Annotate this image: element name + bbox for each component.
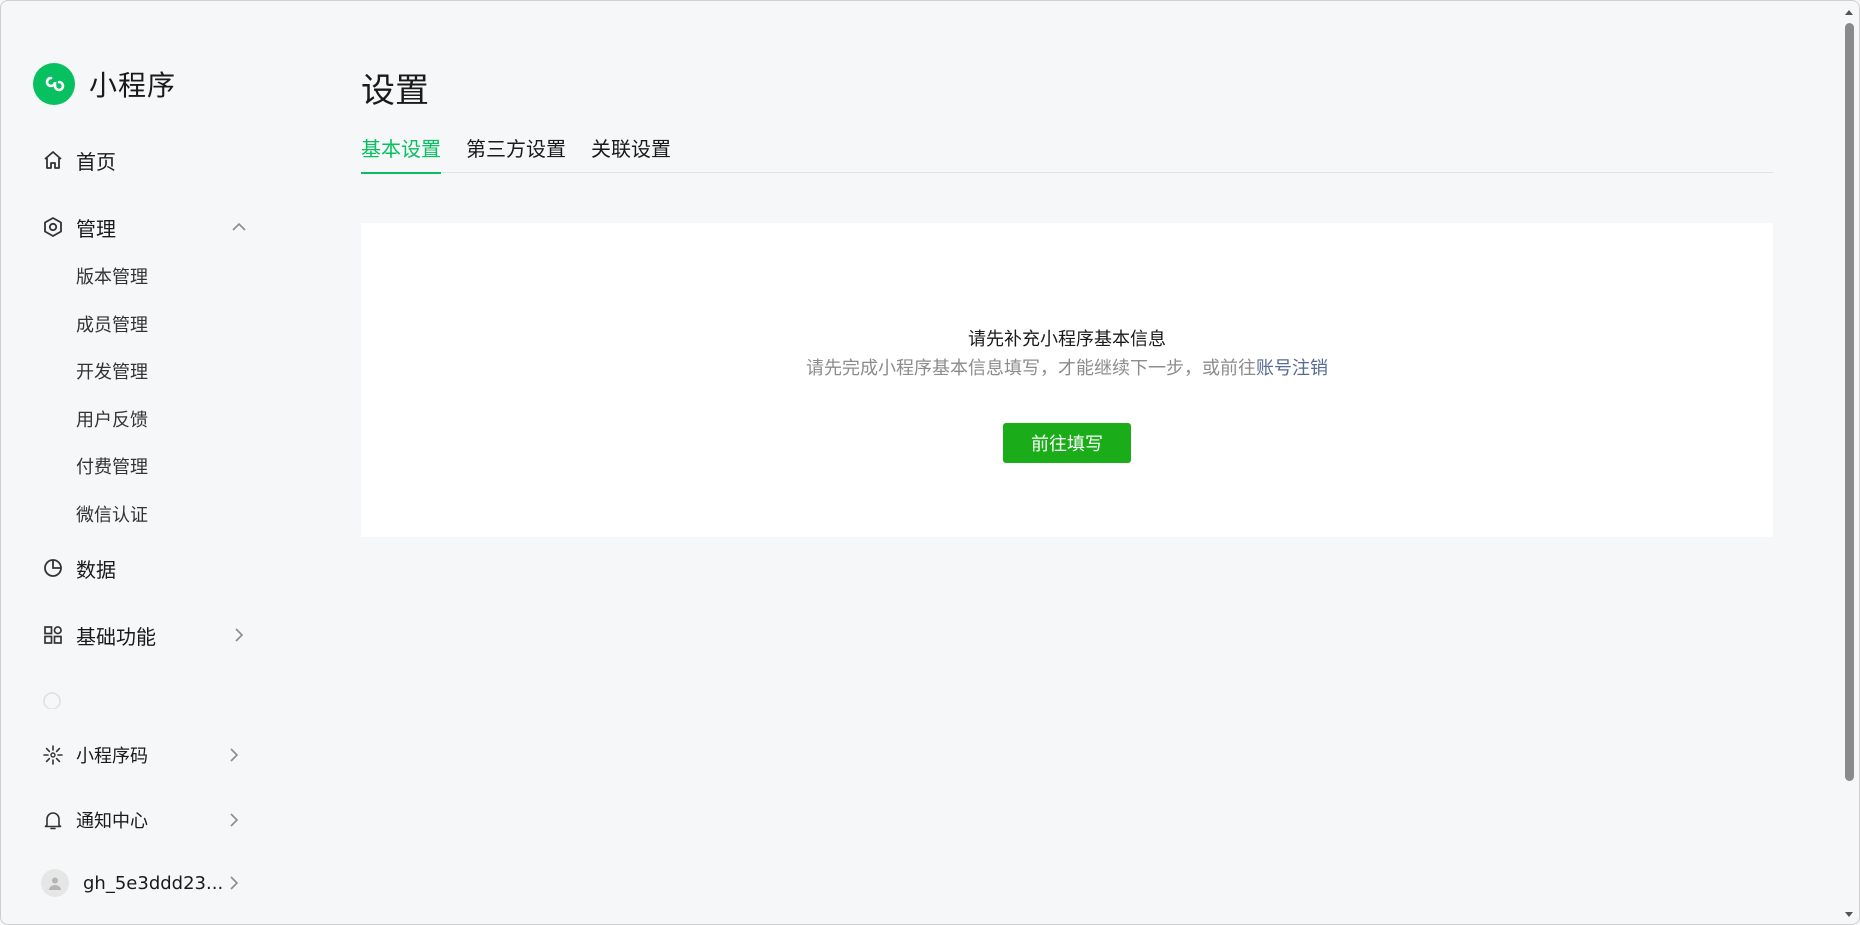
tab-basic-settings[interactable]: 基本设置 <box>361 137 441 174</box>
sidebar-item-basic-functions[interactable]: 基础功能 <box>41 617 251 653</box>
page-title: 设置 <box>361 71 429 111</box>
chevron-right-icon[interactable] <box>222 743 246 767</box>
sidebar-subitem-version[interactable]: 版本管理 <box>76 264 148 292</box>
chevron-up-icon[interactable] <box>227 215 251 239</box>
sidebar-item-data[interactable]: 数据 <box>41 550 251 586</box>
notice-title: 请先补充小程序基本信息 <box>968 329 1166 350</box>
sidebar-item-mini-program-code[interactable]: 小程序码 <box>41 737 251 773</box>
sidebar-subitem-wechat-verify[interactable]: 微信认证 <box>76 502 148 530</box>
pie-chart-icon <box>41 556 65 580</box>
chevron-right-icon[interactable] <box>227 623 251 647</box>
sidebar-subitem-members[interactable]: 成员管理 <box>76 312 148 340</box>
sidebar-item-manage[interactable]: 管理 <box>41 209 251 245</box>
sidebar-item-label: 通知中心 <box>76 811 148 832</box>
brand-name: 小程序 <box>89 69 177 102</box>
sidebar-subitem-feedback[interactable]: 用户反馈 <box>76 407 148 435</box>
go-fill-button[interactable]: 前往填写 <box>1003 423 1131 463</box>
account-name: gh_5e3ddd23... <box>83 872 224 894</box>
sidebar: 小程序 首页 管理 版本管理 成员管理 开发管理 用户反馈 付费管理 微信认证 <box>1 1 301 924</box>
notice-description-text: 请先完成小程序基本信息填写，才能继续下一步，或前往 <box>806 358 1256 379</box>
apps-grid-icon <box>41 623 65 647</box>
chevron-right-icon[interactable] <box>222 808 246 832</box>
account-cancel-link[interactable]: 账号注销 <box>1256 358 1328 379</box>
sidebar-item-notification-center[interactable]: 通知中心 <box>41 802 251 838</box>
sidebar-item-account[interactable]: gh_5e3ddd23... <box>41 865 251 901</box>
sidebar-item-label: 数据 <box>76 557 116 582</box>
sparkle-code-icon <box>41 743 65 767</box>
app-window: 小程序 首页 管理 版本管理 成员管理 开发管理 用户反馈 付费管理 微信认证 <box>0 0 1860 925</box>
scrollbar-thumb[interactable] <box>1845 23 1854 781</box>
chevron-right-icon[interactable] <box>222 871 246 895</box>
settings-tabs: 基本设置 第三方设置 关联设置 <box>361 137 1773 174</box>
scroll-fade-overlay <box>1 701 301 731</box>
sidebar-item-label: 首页 <box>76 149 116 174</box>
sidebar-item-label: 小程序码 <box>76 746 148 767</box>
sidebar-item-home[interactable]: 首页 <box>41 142 251 178</box>
mini-program-logo-icon <box>33 63 75 105</box>
tab-linked-settings[interactable]: 关联设置 <box>591 137 671 173</box>
bell-icon <box>41 808 65 832</box>
home-icon <box>41 148 65 172</box>
tab-third-party-settings[interactable]: 第三方设置 <box>466 137 566 173</box>
settings-hexagon-icon <box>41 215 65 239</box>
scrollbar[interactable] <box>1841 1 1857 924</box>
brand[interactable]: 小程序 <box>33 63 176 105</box>
notice-description: 请先完成小程序基本信息填写，才能继续下一步，或前往账号注销 <box>361 354 1773 380</box>
sidebar-subitem-payment[interactable]: 付费管理 <box>76 454 148 482</box>
notice-card: 请先补充小程序基本信息 请先完成小程序基本信息填写，才能继续下一步，或前往账号注… <box>361 223 1773 537</box>
scroll-up-arrow-icon[interactable] <box>1844 7 1854 17</box>
sidebar-item-label: 管理 <box>76 216 116 241</box>
scroll-down-arrow-icon[interactable] <box>1844 910 1854 920</box>
avatar-icon <box>41 869 69 897</box>
sidebar-item-label: 基础功能 <box>76 624 156 649</box>
sidebar-subitem-development[interactable]: 开发管理 <box>76 359 148 387</box>
